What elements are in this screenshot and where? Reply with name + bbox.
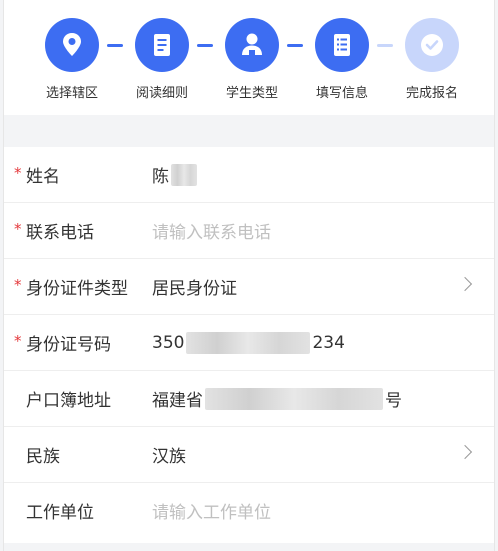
step-fill-info: 填写信息 <box>297 18 387 101</box>
name-value-text: 陈 <box>152 167 169 187</box>
required-mark: * <box>14 332 22 350</box>
bottom-divider <box>4 543 494 551</box>
ethnicity-label: 民族 <box>26 447 60 467</box>
form-icon <box>315 18 369 72</box>
step-label: 填写信息 <box>315 86 368 101</box>
step-label: 阅读细则 <box>135 86 188 101</box>
document-icon <box>135 18 189 72</box>
employer-field[interactable]: 工作单位 请输入工作单位 <box>4 483 494 538</box>
checkmark-icon <box>405 18 459 72</box>
address-label: 户口簿地址 <box>26 391 111 411</box>
required-mark: * <box>14 276 22 294</box>
name-label: 姓名 <box>26 167 60 187</box>
address-prefix: 福建省 <box>152 391 203 411</box>
id-type-label: 身份证件类型 <box>26 279 128 299</box>
phone-input[interactable]: 请输入联系电话 <box>152 218 271 243</box>
step-select-district: 选择辖区 <box>27 18 117 101</box>
address-field[interactable]: 户口簿地址 福建省 号 <box>4 371 494 427</box>
id-number-prefix: 350 <box>152 332 185 353</box>
phone-field[interactable]: * 联系电话 请输入联系电话 <box>4 203 494 259</box>
chevron-right-icon[interactable] <box>457 444 473 460</box>
step-label: 学生类型 <box>225 86 278 101</box>
chevron-right-icon[interactable] <box>457 276 473 292</box>
id-number-value[interactable]: 350 234 <box>152 331 345 354</box>
id-number-label: 身份证号码 <box>26 335 111 355</box>
id-number-field[interactable]: * 身份证号码 350 234 <box>4 315 494 371</box>
employer-label: 工作单位 <box>26 503 94 523</box>
id-type-field[interactable]: * 身份证件类型 居民身份证 <box>4 259 494 315</box>
redacted-text <box>171 163 197 186</box>
step-label: 选择辖区 <box>45 86 98 101</box>
redacted-text <box>186 331 311 354</box>
name-value[interactable]: 陈 <box>152 162 199 187</box>
step-label: 完成报名 <box>405 86 458 101</box>
required-mark: * <box>14 220 22 238</box>
name-field[interactable]: * 姓名 陈 <box>4 147 494 203</box>
phone-label: 联系电话 <box>26 223 94 243</box>
student-icon <box>225 18 279 72</box>
address-value[interactable]: 福建省 号 <box>152 386 402 411</box>
required-mark: * <box>14 164 22 182</box>
step-student-type: 学生类型 <box>207 18 297 101</box>
section-divider <box>4 115 494 147</box>
location-pin-icon <box>45 18 99 72</box>
redacted-text <box>205 387 383 410</box>
employer-input[interactable]: 请输入工作单位 <box>152 498 271 523</box>
id-type-value[interactable]: 居民身份证 <box>152 274 237 299</box>
ethnicity-field[interactable]: 民族 汉族 <box>4 427 494 483</box>
registration-page: 选择辖区 阅读细则 学生类型 填写信息 完成报名 * 姓名 陈 * 联系电话 请… <box>3 0 495 551</box>
ethnicity-value[interactable]: 汉族 <box>152 442 186 467</box>
address-suffix: 号 <box>385 391 402 411</box>
step-complete: 完成报名 <box>387 18 477 101</box>
id-number-suffix: 234 <box>312 332 345 353</box>
step-read-rules: 阅读细则 <box>117 18 207 101</box>
info-form: * 姓名 陈 * 联系电话 请输入联系电话 * 身份证件类型 居民身份证 * 身… <box>4 147 494 538</box>
progress-steps: 选择辖区 阅读细则 学生类型 填写信息 完成报名 <box>4 0 494 115</box>
